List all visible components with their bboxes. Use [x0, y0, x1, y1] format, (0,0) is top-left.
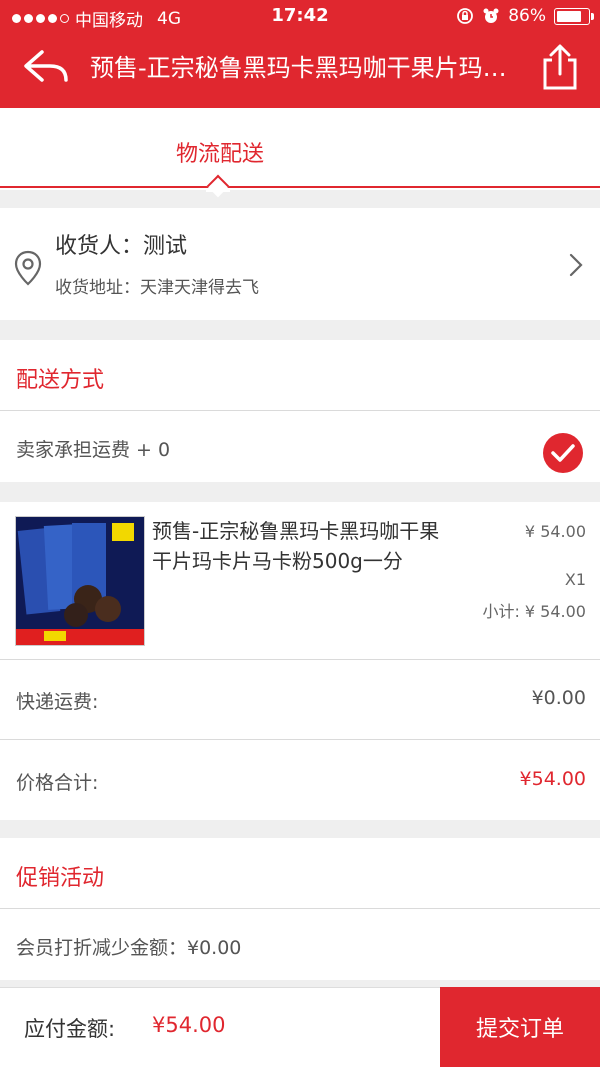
divider — [0, 410, 600, 411]
product-price: ¥ 54.00 — [524, 522, 586, 541]
checkmark-icon[interactable] — [542, 432, 584, 474]
chevron-right-icon — [569, 253, 583, 277]
battery-percent: 86% — [508, 6, 546, 26]
battery-icon — [554, 7, 594, 25]
status-bar: 中国移动 4G 17:42 86% — [0, 0, 600, 34]
payable-amount: ¥54.00 — [152, 1013, 226, 1037]
submit-order-button[interactable]: 提交订单 — [440, 987, 600, 1067]
page-title: 预售-正宗秘鲁黑玛卡黑玛咖干果片玛卡片马卡粉500g一分 — [90, 54, 520, 82]
product-quantity: X1 — [564, 570, 586, 589]
delivery-section: 配送方式 卖家承担运费 + 0 — [0, 340, 600, 482]
tab-logistics[interactable]: 物流配送 — [0, 136, 440, 168]
shipping-fee-value: ¥0.00 — [531, 687, 586, 709]
address-card[interactable]: 收货人：测试 收货地址：天津天津得去飞 — [0, 208, 600, 320]
tab-underline — [0, 186, 600, 188]
order-section: 预售-正宗秘鲁黑玛卡黑玛咖干果干片玛卡片马卡粉500g一分 ¥ 54.00 X1… — [0, 502, 600, 820]
divider — [0, 908, 600, 909]
product-subtotal: 小计: ¥ 54.00 — [482, 602, 586, 621]
share-button[interactable] — [538, 42, 582, 92]
location-pin-icon — [14, 250, 42, 286]
divider — [0, 739, 600, 740]
promotion-title: 促销活动 — [16, 866, 105, 891]
member-discount: 会员打折减少金额：¥0.00 — [16, 937, 242, 959]
share-icon — [543, 44, 577, 90]
promotion-section: 促销活动 会员打折减少金额：¥0.00 — [0, 838, 600, 980]
delivery-title: 配送方式 — [16, 368, 105, 393]
tab-indicator-mask — [206, 188, 230, 192]
total-price-value: ¥54.00 — [519, 768, 586, 790]
receiver-name: 收货人：测试 — [55, 234, 188, 259]
receiver-address: 收货地址：天津天津得去飞 — [55, 278, 259, 298]
payable-label: 应付金额: — [24, 1017, 116, 1041]
shipping-fee-label: 快递运费: — [16, 691, 99, 713]
total-price-label: 价格合计: — [16, 772, 99, 794]
divider — [0, 659, 600, 660]
delivery-option-label[interactable]: 卖家承担运费 + 0 — [16, 435, 170, 462]
rotation-lock-icon — [457, 8, 474, 24]
product-photo — [16, 517, 144, 645]
alarm-icon — [483, 8, 499, 23]
product-image[interactable] — [15, 516, 145, 646]
back-button[interactable] — [22, 46, 72, 90]
back-arrow-icon — [24, 50, 68, 82]
product-name[interactable]: 预售-正宗秘鲁黑玛卡黑玛咖干果干片玛卡片马卡粉500g一分 — [152, 516, 452, 576]
